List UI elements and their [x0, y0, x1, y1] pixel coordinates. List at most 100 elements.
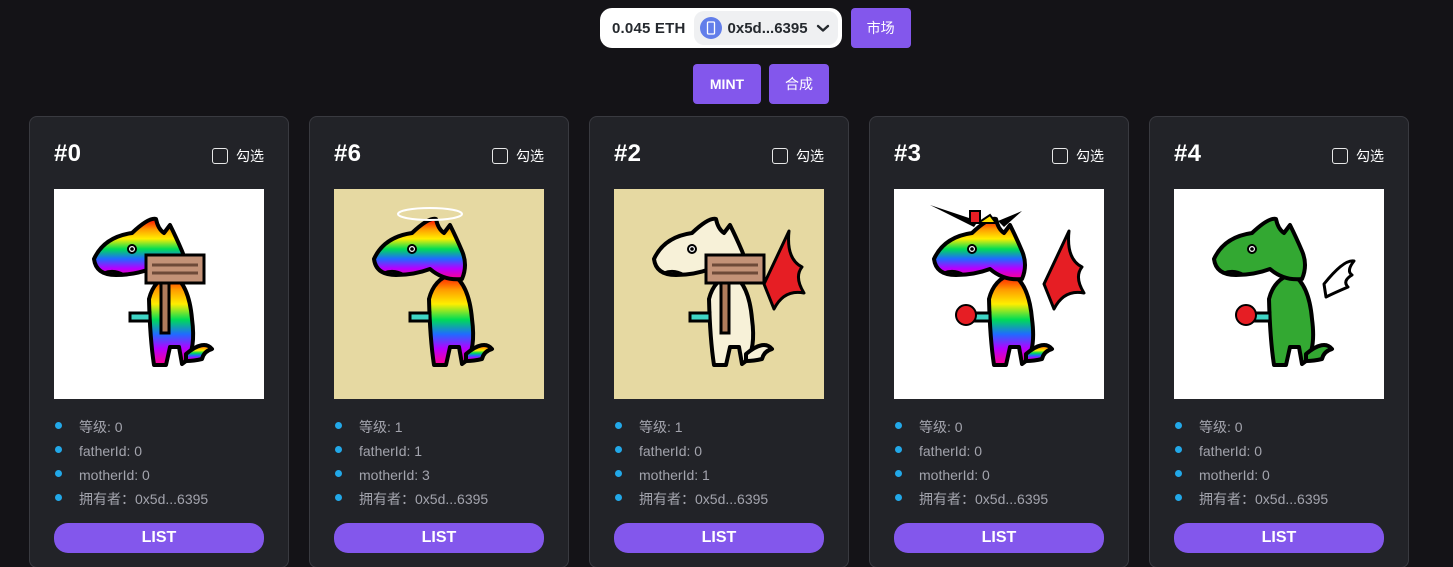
owner-value: 0x5d...6395: [975, 491, 1049, 507]
mother-value: 0: [982, 467, 990, 483]
select-checkbox[interactable]: 勾选: [212, 146, 264, 166]
level-label: 等级:: [79, 419, 115, 435]
bullet-icon: [335, 446, 342, 453]
nft-image: [894, 189, 1104, 399]
card-header: #0 勾选: [54, 139, 264, 169]
market-button[interactable]: 市场: [850, 8, 911, 48]
level-label: 等级:: [1199, 419, 1235, 435]
card-header: #3 勾选: [894, 139, 1104, 169]
top-bar: 0.045 ETH 0x5d...6395 市场: [600, 8, 911, 48]
level-label: 等级:: [639, 419, 675, 435]
list-item: fatherId: 0: [894, 439, 1048, 463]
select-checkbox[interactable]: 勾选: [492, 146, 544, 166]
owner-value: 0x5d...6395: [695, 491, 769, 507]
nft-image: [54, 189, 264, 399]
checkbox-label: 勾选: [236, 148, 264, 164]
token-id: #0: [54, 140, 82, 167]
wallet-connect-button[interactable]: 0.045 ETH 0x5d...6395: [600, 8, 842, 48]
nft-card: #0 勾选 等级: 0 fatherId: 0 motherId: 0 拥有者：…: [29, 116, 289, 567]
mother-label: motherId:: [1199, 467, 1263, 483]
mother-label: motherId:: [359, 467, 423, 483]
account-chip[interactable]: 0x5d...6395: [693, 11, 838, 45]
nft-artwork: [334, 189, 544, 399]
select-checkbox[interactable]: 勾选: [772, 146, 824, 166]
property-list: 等级: 0 fatherId: 0 motherId: 0 拥有者：0x5d..…: [54, 415, 208, 511]
bullet-icon: [55, 422, 62, 429]
list-button[interactable]: LIST: [1174, 523, 1384, 553]
checkbox-box[interactable]: [772, 148, 788, 164]
property-list: 等级: 1 fatherId: 0 motherId: 1 拥有者：0x5d..…: [614, 415, 768, 511]
checkbox-label: 勾选: [1356, 148, 1384, 164]
checkbox-box[interactable]: [492, 148, 508, 164]
bullet-icon: [1175, 446, 1182, 453]
bullet-icon: [615, 446, 622, 453]
mother-value: 1: [702, 467, 710, 483]
list-item: motherId: 0: [54, 463, 208, 487]
father-value: 0: [1254, 443, 1263, 459]
father-value: 0: [694, 443, 703, 459]
bullet-icon: [895, 494, 902, 501]
list-item: 拥有者：0x5d...6395: [1174, 487, 1328, 511]
owner-label: 拥有者：: [79, 491, 135, 507]
level-value: 0: [1234, 419, 1243, 435]
level-value: 0: [954, 419, 963, 435]
bullet-icon: [895, 446, 902, 453]
nft-card-grid: #0 勾选 等级: 0 fatherId: 0 motherId: 0 拥有者：…: [29, 116, 1409, 567]
token-id: #3: [894, 140, 922, 167]
mother-value: 0: [1262, 467, 1270, 483]
father-label: fatherId:: [1199, 443, 1255, 459]
nft-card: #4 勾选 等级: 0 fatherId: 0 motherId: 0 拥有者：…: [1149, 116, 1409, 567]
nft-card: #3 勾选 等级: 0 fatherId: 0 motherId: 0 拥有者：…: [869, 116, 1129, 567]
property-list: 等级: 0 fatherId: 0 motherId: 0 拥有者：0x5d..…: [1174, 415, 1328, 511]
level-label: 等级:: [359, 419, 395, 435]
nft-artwork: [1174, 189, 1384, 399]
bullet-icon: [55, 494, 62, 501]
list-item: 等级: 0: [894, 415, 1048, 439]
list-button[interactable]: LIST: [334, 523, 544, 553]
father-value: 0: [134, 443, 143, 459]
level-label: 等级:: [919, 419, 955, 435]
list-item: motherId: 0: [1174, 463, 1328, 487]
select-checkbox[interactable]: 勾选: [1332, 146, 1384, 166]
wallet-balance: 0.045 ETH: [612, 19, 686, 37]
card-header: #4 勾选: [1174, 139, 1384, 169]
list-item: 拥有者：0x5d...6395: [894, 487, 1048, 511]
bullet-icon: [615, 422, 622, 429]
nft-card: #2 勾选 等级: 1 fatherId: 0 motherId: 1 拥有者：…: [589, 116, 849, 567]
select-checkbox[interactable]: 勾选: [1052, 146, 1104, 166]
checkbox-label: 勾选: [796, 148, 824, 164]
checkbox-box[interactable]: [1332, 148, 1348, 164]
list-item: motherId: 1: [614, 463, 768, 487]
mother-value: 3: [422, 467, 430, 483]
bullet-icon: [335, 494, 342, 501]
checkbox-label: 勾选: [1076, 148, 1104, 164]
nft-artwork: [54, 189, 264, 399]
bullet-icon: [335, 470, 342, 477]
father-label: fatherId:: [359, 443, 415, 459]
nft-image: [334, 189, 544, 399]
list-button[interactable]: LIST: [894, 523, 1104, 553]
owner-label: 拥有者：: [1199, 491, 1255, 507]
merge-button[interactable]: 合成: [769, 64, 829, 104]
list-item: 等级: 1: [334, 415, 488, 439]
list-button[interactable]: LIST: [54, 523, 264, 553]
checkbox-label: 勾选: [516, 148, 544, 164]
bullet-icon: [1175, 422, 1182, 429]
list-item: fatherId: 1: [334, 439, 488, 463]
property-list: 等级: 0 fatherId: 0 motherId: 0 拥有者：0x5d..…: [894, 415, 1048, 511]
father-label: fatherId:: [79, 443, 135, 459]
bullet-icon: [55, 470, 62, 477]
checkbox-box[interactable]: [1052, 148, 1068, 164]
mother-label: motherId:: [639, 467, 703, 483]
list-item: motherId: 3: [334, 463, 488, 487]
card-header: #2 勾选: [614, 139, 824, 169]
owner-value: 0x5d...6395: [135, 491, 209, 507]
nft-image: [614, 189, 824, 399]
nft-artwork: [614, 189, 824, 399]
list-item: fatherId: 0: [54, 439, 208, 463]
nft-image: [1174, 189, 1384, 399]
checkbox-box[interactable]: [212, 148, 228, 164]
owner-value: 0x5d...6395: [1255, 491, 1329, 507]
mint-button[interactable]: MINT: [693, 64, 761, 104]
list-button[interactable]: LIST: [614, 523, 824, 553]
